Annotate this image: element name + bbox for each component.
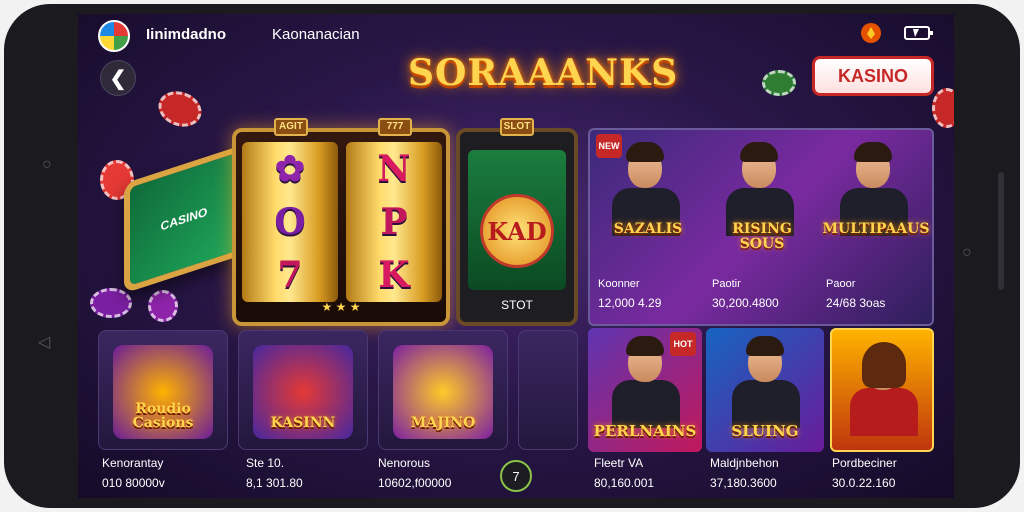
tile-value: 10602,f00000 bbox=[378, 476, 452, 490]
reel-symbol: P bbox=[380, 200, 408, 243]
featured-game-value: 12,000 4.29 bbox=[598, 296, 662, 310]
table-label: CASINO bbox=[160, 204, 208, 234]
reel-symbol: N bbox=[377, 147, 411, 190]
app-logo bbox=[98, 20, 130, 52]
side-button[interactable] bbox=[998, 172, 1004, 290]
featured-game-item[interactable]: MULTIPAAUS Paoor 24/68 3oas bbox=[818, 130, 932, 324]
game-tile[interactable]: MAJINO bbox=[378, 330, 508, 450]
notification-icon[interactable] bbox=[860, 22, 882, 44]
character-art bbox=[626, 336, 664, 356]
game-tile-title: MAJINO bbox=[410, 415, 476, 432]
character-art bbox=[746, 336, 784, 356]
featured-game-value: 30,200.4800 bbox=[712, 296, 779, 310]
poker-chip-icon bbox=[932, 88, 954, 128]
rating-stars: ★ ★ ★ bbox=[321, 300, 361, 314]
spin-icon: 7 bbox=[512, 468, 520, 484]
tile-value: 8,1 301.80 bbox=[246, 476, 303, 490]
slot-reel-right: N P K bbox=[346, 142, 442, 302]
poker-chip-icon bbox=[762, 70, 796, 96]
game-tile-partial[interactable] bbox=[518, 330, 578, 450]
game-card-title: PERLNAINS bbox=[593, 422, 697, 441]
battery-icon bbox=[904, 26, 933, 40]
featured-game-caption: Koonner bbox=[598, 278, 640, 290]
casino-table-art: CASINO bbox=[124, 144, 244, 294]
game-value: 37,180.3600 bbox=[710, 476, 777, 490]
game-card[interactable] bbox=[830, 328, 934, 452]
game-tile-title: Roudio Casions bbox=[132, 400, 194, 432]
game-card[interactable]: SLUING bbox=[706, 328, 824, 452]
new-badge: NEW bbox=[596, 134, 622, 158]
featured-game-title: SAZALIS bbox=[613, 221, 683, 237]
character-art bbox=[626, 142, 664, 162]
reel-symbol: ✿ bbox=[274, 147, 306, 190]
poker-chip-icon bbox=[90, 288, 132, 318]
character-art bbox=[850, 388, 918, 436]
poker-chip-icon bbox=[153, 85, 207, 133]
tile-value: 010 80000v bbox=[102, 476, 165, 490]
reel-symbol: O bbox=[274, 200, 306, 243]
app-subtitle: Kaonanacian bbox=[272, 26, 360, 43]
featured-game-title: MULTIPAAUS bbox=[822, 221, 930, 237]
featured-game-title: RISING SOUS bbox=[732, 221, 792, 252]
brand-title: SORAAANKS bbox=[408, 52, 679, 94]
reel-symbol: 7 bbox=[277, 254, 303, 297]
back-button[interactable]: ❮ bbox=[100, 60, 136, 96]
camera-icon: ○ bbox=[42, 156, 52, 173]
slot-game-card[interactable]: SLOT KAD STOT bbox=[456, 118, 578, 326]
slot-card-top-label: SLOT bbox=[500, 118, 534, 136]
game-card[interactable]: HOT PERLNAINS bbox=[588, 328, 702, 452]
game-tile-art: MAJINO bbox=[393, 345, 493, 439]
character-art bbox=[862, 342, 906, 388]
slot-top-label: 777 bbox=[378, 118, 412, 136]
game-value: 80,160.001 bbox=[594, 476, 655, 490]
spin-button[interactable]: 7 bbox=[500, 460, 532, 492]
slot-machine-card[interactable]: AGIT 777 ✿ O 7 N P K ★ ★ ★ bbox=[232, 118, 450, 326]
slot-top-label: AGIT bbox=[274, 118, 308, 136]
slot-card-art: KAD bbox=[468, 150, 566, 290]
app-screen: Iinimdadno Kaonanacian ❮ SORAAANKS KASIN… bbox=[78, 14, 954, 498]
phone-frame: ○ ◁ ○ Iinimdadno Kaonanacian ❮ SORAAANKS… bbox=[4, 4, 1020, 508]
kasino-button[interactable]: KASINO bbox=[812, 56, 934, 96]
character-art bbox=[612, 380, 680, 428]
tile-caption: Nenorous bbox=[378, 456, 431, 470]
game-card-title: SLUING bbox=[731, 422, 799, 441]
home-button-icon[interactable]: ○ bbox=[962, 244, 972, 262]
character-art bbox=[854, 142, 892, 162]
game-tile[interactable]: Roudio Casions bbox=[98, 330, 228, 450]
character-art bbox=[740, 142, 778, 162]
tile-caption: Kenorantay bbox=[102, 456, 164, 470]
game-tile-art: Roudio Casions bbox=[113, 345, 213, 439]
game-tile[interactable]: KASINN bbox=[238, 330, 368, 450]
status-bar: Iinimdadno Kaonanacian bbox=[78, 14, 954, 52]
featured-game-caption: Paotir bbox=[712, 278, 741, 290]
game-caption: Fleetr VA bbox=[594, 456, 644, 470]
character-art bbox=[732, 380, 800, 428]
chevron-left-icon: ❮ bbox=[109, 67, 127, 90]
kad-badge: KAD bbox=[480, 194, 554, 268]
game-tile-art: KASINN bbox=[253, 345, 353, 439]
featured-game-item[interactable]: RISING SOUS Paotir 30,200.4800 bbox=[704, 130, 818, 324]
slot-card-label: STOT bbox=[501, 298, 533, 312]
app-name: Iinimdadno bbox=[146, 26, 226, 43]
android-back-icon[interactable]: ◁ bbox=[38, 332, 50, 352]
slot-reel-left: ✿ O 7 bbox=[242, 142, 338, 302]
game-tile-title: KASINN bbox=[270, 415, 336, 432]
reel-symbol: K bbox=[378, 254, 410, 297]
game-caption: Maldjnbehon bbox=[710, 456, 779, 470]
tile-caption: Ste 10. bbox=[246, 456, 285, 470]
featured-game-caption: Paoor bbox=[826, 278, 856, 290]
game-value: 30.0.22.160 bbox=[832, 476, 896, 490]
featured-games-panel: NEW SAZALIS Koonner 12,000 4.29 RISING S… bbox=[588, 128, 934, 326]
poker-chip-icon bbox=[148, 290, 178, 322]
hot-badge: HOT bbox=[670, 332, 696, 356]
featured-game-item[interactable]: NEW SAZALIS Koonner 12,000 4.29 bbox=[590, 130, 704, 324]
featured-game-value: 24/68 3oas bbox=[826, 296, 886, 310]
game-caption: Pordbeciner bbox=[832, 456, 897, 470]
